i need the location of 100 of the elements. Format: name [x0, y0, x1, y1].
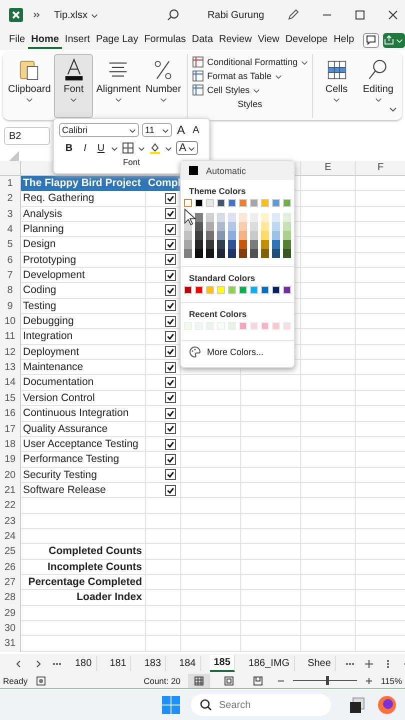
- color-swatch[interactable]: [283, 213, 291, 222]
- zoom-in-icon[interactable]: [364, 676, 373, 684]
- color-swatch[interactable]: [184, 286, 192, 294]
- font-color-button[interactable]: A: [176, 141, 198, 155]
- checkbox[interactable]: [165, 454, 176, 465]
- color-swatch[interactable]: [195, 286, 203, 294]
- color-swatch[interactable]: [283, 222, 291, 231]
- color-swatch[interactable]: [272, 213, 280, 222]
- macro-recording-icon[interactable]: [36, 676, 46, 686]
- checkbox[interactable]: [165, 362, 176, 373]
- increase-font-button[interactable]: A: [175, 123, 187, 137]
- ribbon-tab[interactable]: Help: [330, 32, 358, 48]
- row-number[interactable]: 27: [0, 574, 21, 590]
- color-swatch[interactable]: [206, 240, 214, 249]
- checkbox[interactable]: [165, 193, 176, 204]
- caret-icon[interactable]: [165, 144, 172, 152]
- color-swatch[interactable]: [272, 231, 280, 240]
- ribbon-group-button[interactable]: Editing: [358, 54, 398, 118]
- color-swatch[interactable]: [195, 222, 203, 231]
- color-swatch[interactable]: [261, 286, 269, 294]
- color-swatch[interactable]: [217, 213, 225, 222]
- sheet-tab[interactable]: Shee: [304, 656, 336, 671]
- font-name-dropdown[interactable]: Calibri: [59, 123, 139, 137]
- color-swatch[interactable]: [228, 231, 236, 240]
- row-number[interactable]: 24: [0, 528, 21, 544]
- color-swatch[interactable]: [261, 199, 269, 207]
- checkbox[interactable]: [165, 285, 176, 296]
- row-number[interactable]: 10: [0, 314, 21, 330]
- color-swatch[interactable]: [184, 199, 192, 207]
- automatic-color-option[interactable]: Automatic: [181, 161, 294, 180]
- italic-button[interactable]: I: [79, 142, 91, 154]
- color-swatch[interactable]: [250, 249, 258, 258]
- sheet-tab[interactable]: 184: [175, 656, 201, 671]
- color-swatch[interactable]: [239, 231, 247, 240]
- ribbon-group-button[interactable]: Number: [143, 54, 184, 118]
- color-swatch[interactable]: [228, 213, 236, 222]
- color-swatch[interactable]: [261, 213, 269, 222]
- color-swatch[interactable]: [217, 199, 225, 207]
- color-swatch[interactable]: [206, 213, 214, 222]
- add-sheet-icon[interactable]: [364, 658, 374, 668]
- color-swatch[interactable]: [239, 222, 247, 231]
- ribbon-group-button[interactable]: Clipboard: [7, 54, 52, 118]
- row-number[interactable]: 15: [0, 390, 21, 406]
- color-swatch[interactable]: [239, 286, 247, 294]
- sheet-tab[interactable]: 181: [106, 656, 132, 671]
- caret-icon[interactable]: [138, 144, 145, 152]
- color-swatch[interactable]: [250, 240, 258, 249]
- checkbox[interactable]: [165, 408, 176, 419]
- close-icon[interactable]: [387, 9, 400, 21]
- styles-menu-button[interactable]: Cell Styles: [192, 84, 308, 96]
- caret-icon[interactable]: [111, 144, 118, 152]
- color-swatch[interactable]: [283, 199, 291, 207]
- row-number[interactable]: 12: [0, 344, 21, 360]
- color-swatch[interactable]: [239, 199, 247, 207]
- zoom-level[interactable]: 115%: [380, 676, 402, 686]
- file-name-button[interactable]: Tip.xlsx: [54, 10, 98, 20]
- color-swatch[interactable]: [184, 249, 192, 258]
- task-view-icon[interactable]: [347, 695, 367, 715]
- color-swatch[interactable]: [184, 231, 192, 240]
- color-swatch[interactable]: [228, 286, 236, 294]
- font-size-dropdown[interactable]: 11: [142, 123, 172, 137]
- row-number[interactable]: 25: [0, 544, 21, 560]
- checkbox[interactable]: [165, 254, 176, 266]
- color-swatch[interactable]: [239, 249, 247, 258]
- ribbon-group-button[interactable]: Alignment: [95, 54, 142, 118]
- search-icon[interactable]: [166, 8, 180, 22]
- checkbox[interactable]: [165, 346, 176, 358]
- ribbon-tab[interactable]: File: [6, 32, 28, 48]
- row-number[interactable]: 3: [0, 206, 21, 222]
- styles-menu-button[interactable]: Format as Table: [192, 70, 308, 82]
- row-number[interactable]: 23: [0, 514, 21, 529]
- color-swatch[interactable]: [283, 240, 291, 249]
- normal-view-button[interactable]: [188, 674, 210, 688]
- color-swatch[interactable]: [217, 240, 225, 249]
- color-swatch[interactable]: [228, 240, 236, 249]
- color-swatch[interactable]: [283, 249, 291, 258]
- search-input[interactable]: Search: [219, 700, 319, 710]
- color-swatch[interactable]: [228, 199, 236, 207]
- color-swatch[interactable]: [228, 249, 236, 258]
- sheet-tab[interactable]: 186_IMG: [244, 656, 295, 671]
- checkbox[interactable]: [165, 377, 176, 388]
- taskbar-search-field[interactable]: Search: [191, 694, 331, 716]
- checkbox[interactable]: [165, 423, 176, 434]
- row-number[interactable]: 6: [0, 252, 21, 268]
- checkbox[interactable]: [165, 224, 176, 235]
- checkbox[interactable]: [165, 208, 176, 220]
- row-number[interactable]: 11: [0, 329, 21, 345]
- color-swatch[interactable]: [239, 213, 247, 222]
- row-number[interactable]: 21: [0, 482, 21, 498]
- color-swatch[interactable]: [195, 199, 203, 207]
- row-number[interactable]: 9: [0, 298, 21, 314]
- color-swatch[interactable]: [206, 231, 214, 240]
- color-swatch[interactable]: [217, 231, 225, 240]
- row-number[interactable]: 31: [0, 636, 21, 652]
- color-swatch[interactable]: [195, 213, 203, 222]
- ribbon-tab[interactable]: Home: [28, 32, 62, 48]
- color-swatch[interactable]: [206, 199, 214, 207]
- zoom-slider-thumb[interactable]: [326, 676, 329, 685]
- row-number[interactable]: 2: [0, 191, 21, 207]
- checkbox[interactable]: [165, 316, 176, 327]
